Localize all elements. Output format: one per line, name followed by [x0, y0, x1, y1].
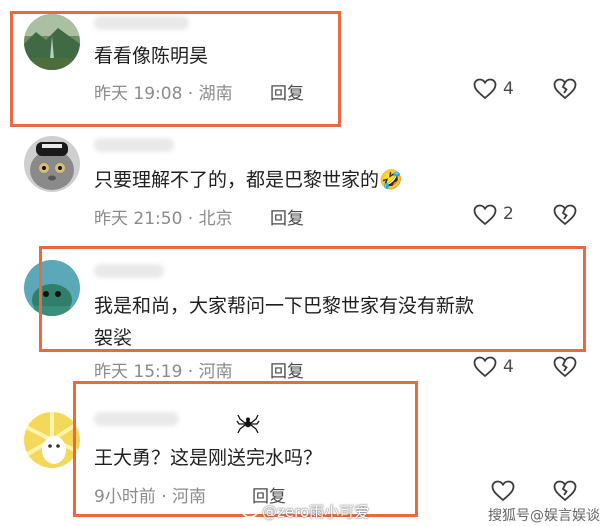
username-blurred[interactable] [94, 138, 174, 152]
comment-text: 王大勇？这是刚送完水吗？ [94, 447, 323, 469]
heart-icon[interactable] [473, 204, 497, 226]
comment-text: 只要理解不了的，都是巴黎世家的🤣 [94, 169, 403, 191]
heart-icon[interactable] [473, 78, 497, 100]
weibo-logo-icon [242, 504, 260, 518]
heart-icon[interactable] [491, 480, 515, 502]
username-blurred[interactable] [94, 16, 189, 30]
reply-button[interactable]: 回复 [270, 204, 304, 229]
broken-heart-icon[interactable] [553, 204, 577, 226]
comment-meta: 昨天 15:19 · 河南 [94, 362, 233, 382]
spider-icon [236, 412, 260, 436]
landscape-avatar-icon[interactable] [24, 14, 80, 70]
reply-button[interactable]: 回复 [270, 79, 304, 104]
comment-item: 只要理解不了的，都是巴黎世家的🤣 昨天 21:50 · 北京 回复 2 [0, 128, 600, 248]
cat-avatar-icon[interactable] [24, 136, 80, 192]
broken-heart-icon[interactable] [553, 356, 577, 378]
broken-heart-icon[interactable] [553, 78, 577, 100]
username-blurred[interactable] [94, 264, 164, 278]
comment-meta: 昨天 21:50 · 北京 [94, 209, 233, 229]
comment-meta: 9小时前 · 河南 [94, 487, 207, 507]
cartoon-avatar-icon[interactable] [24, 260, 80, 316]
comment-item: 王大勇？这是刚送完水吗？ 9小时前 · 河南 回复 [0, 390, 600, 510]
comment-meta: 昨天 19:08 · 湖南 [94, 84, 233, 104]
comment-text: 看看像陈明昊 [94, 45, 209, 67]
broken-heart-icon[interactable] [553, 480, 577, 502]
reply-button[interactable]: 回复 [270, 357, 304, 382]
like-count: 4 [503, 79, 514, 99]
like-count: 4 [503, 357, 514, 377]
username-blurred[interactable] [94, 412, 179, 426]
comment-item: 我是和尚，大家帮问一下巴黎世家有没有新款 袈裟 昨天 15:19 · 河南 回复… [0, 250, 600, 382]
weibo-watermark: @zero雨小可爱 [262, 503, 370, 521]
comment-text: 我是和尚，大家帮问一下巴黎世家有没有新款 袈裟 [94, 295, 475, 349]
like-count: 2 [503, 204, 514, 224]
heart-icon[interactable] [473, 356, 497, 378]
sunburst-avatar-icon[interactable] [24, 412, 80, 468]
sohu-watermark: 搜狐号@娱言娱谈 [488, 508, 600, 524]
comment-item: 看看像陈明昊 昨天 19:08 · 湖南 回复 4 [0, 0, 600, 120]
